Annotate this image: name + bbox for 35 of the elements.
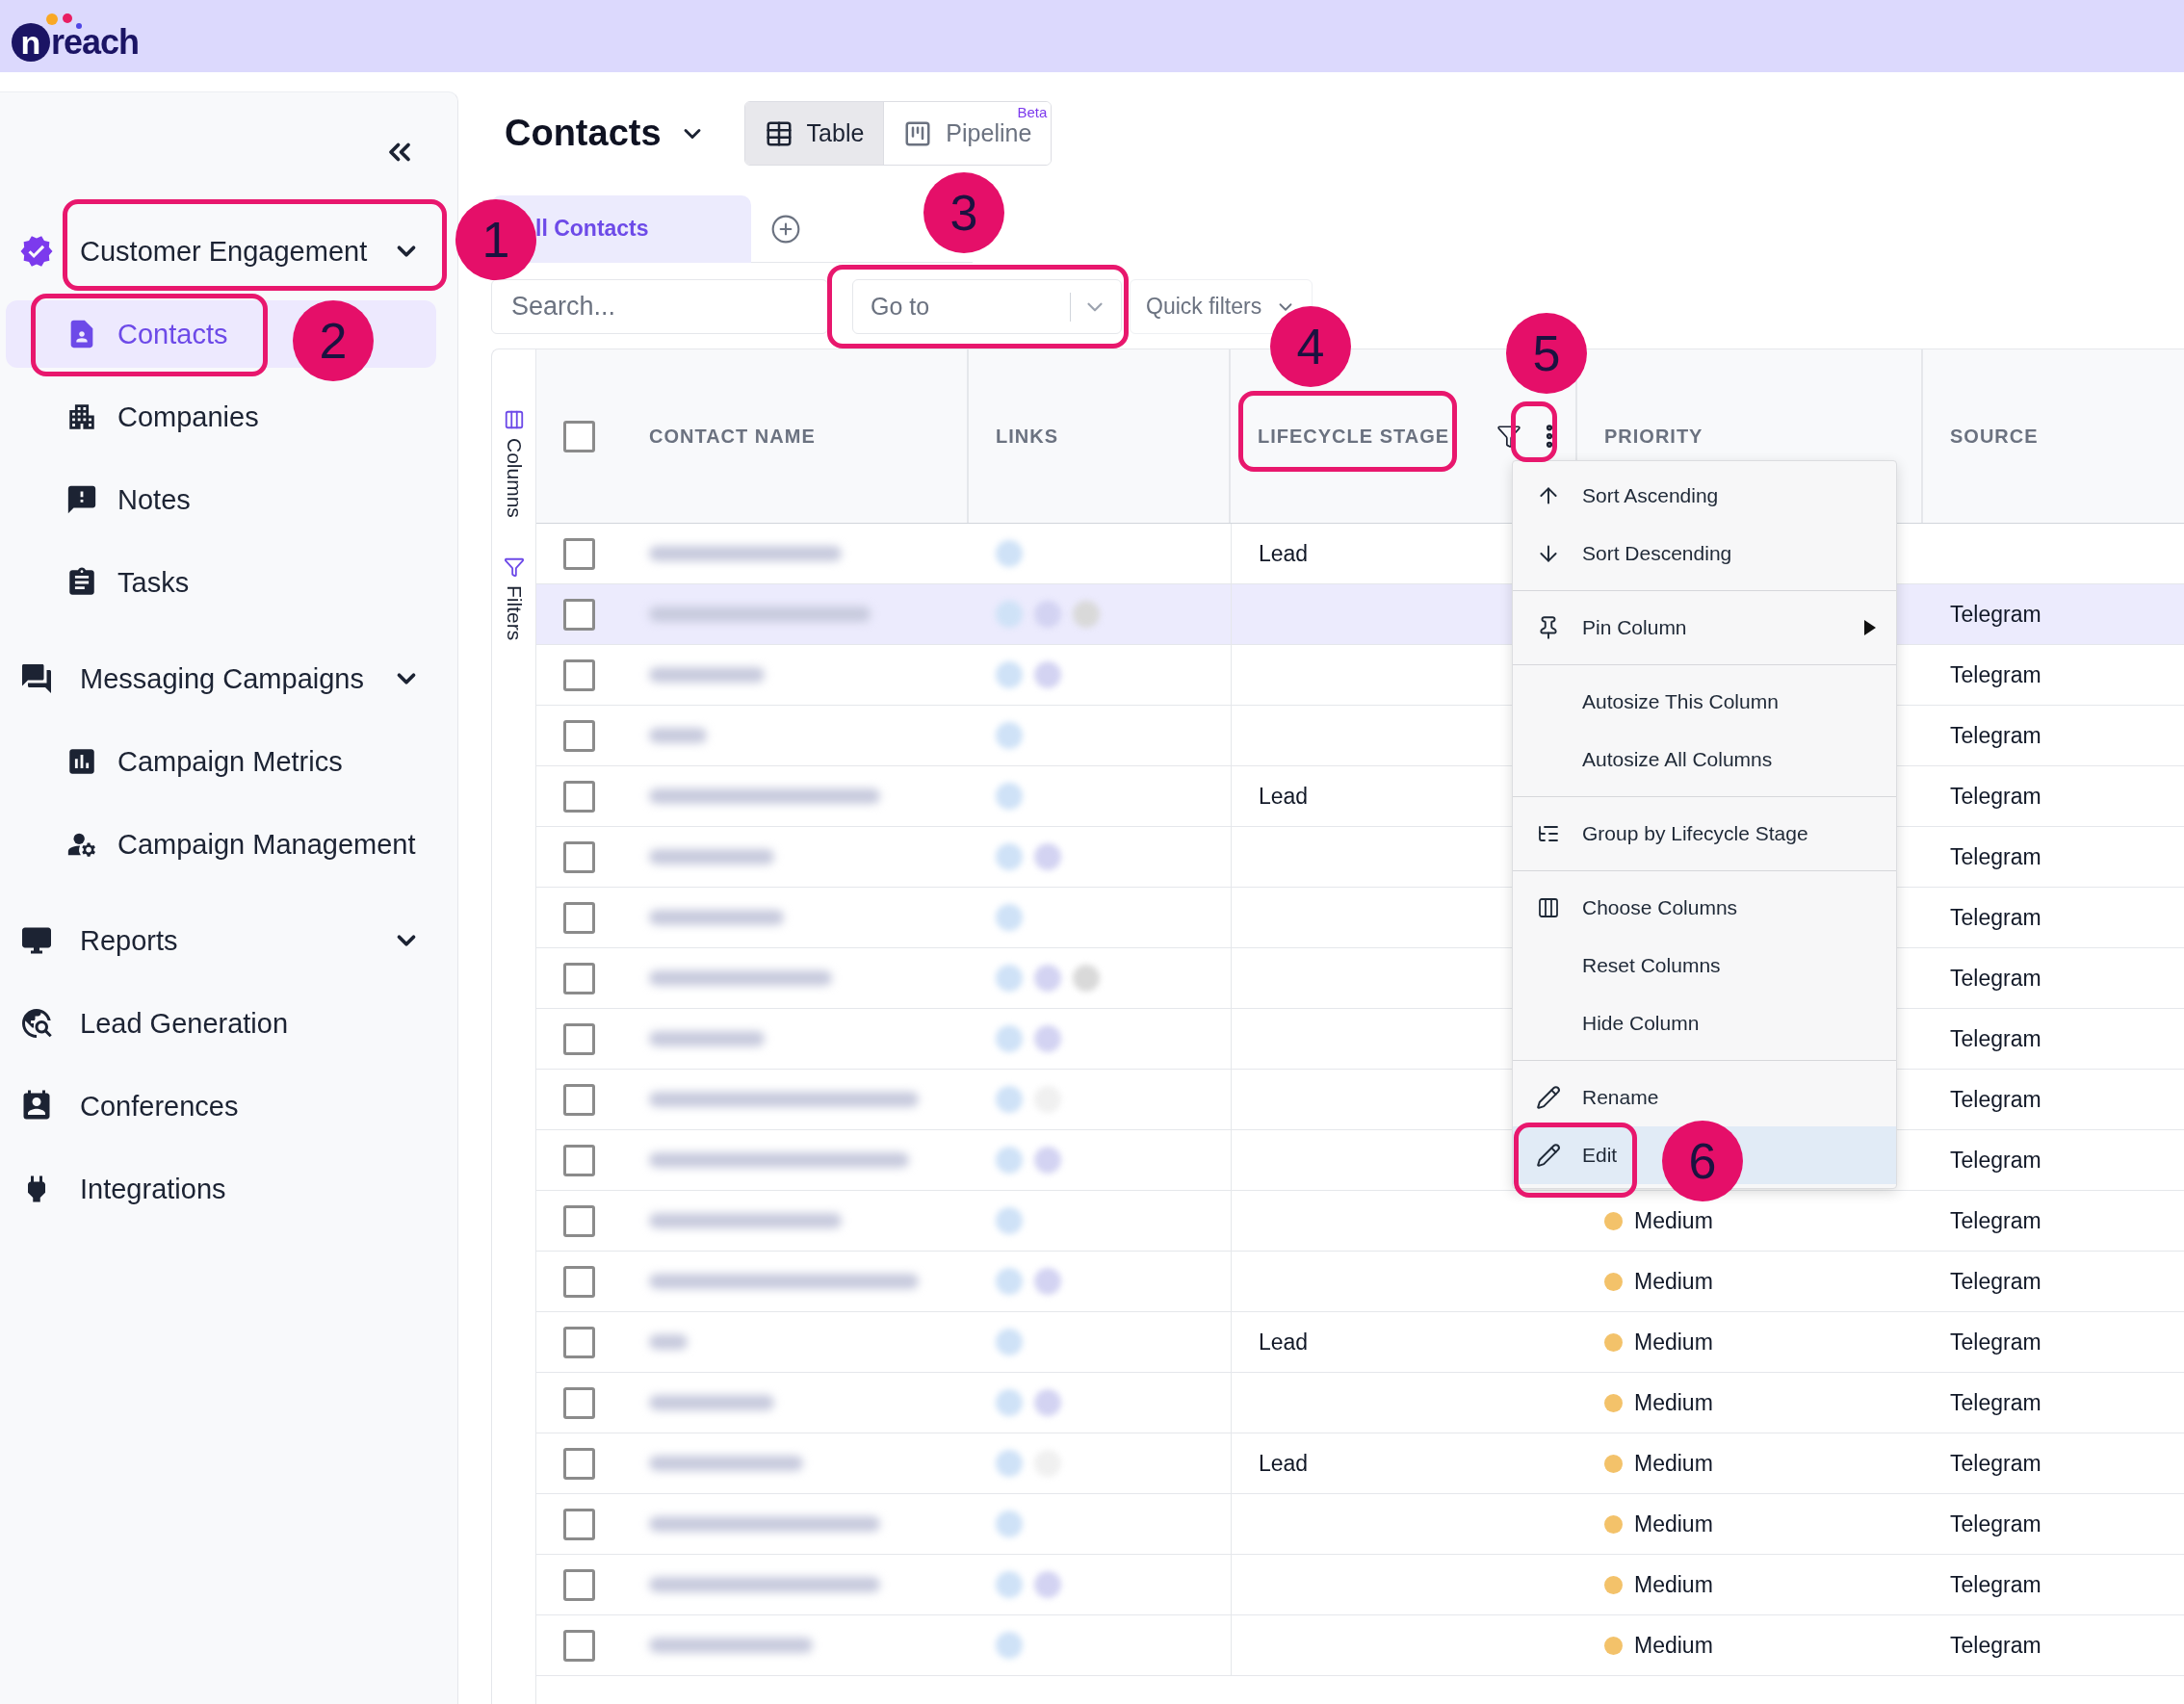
source-cell: Telegram [1950, 1450, 2041, 1477]
annotation-number-tooltip: 3 [923, 172, 1004, 253]
source-cell: Telegram [1950, 1389, 2041, 1416]
source-cell: Telegram [1950, 1025, 2041, 1052]
source-cell: Telegram [1950, 1329, 2041, 1355]
source-cell: Telegram [1950, 1571, 2041, 1598]
source-cell: Telegram [1950, 1510, 2041, 1537]
beta-label: Beta [1017, 104, 1048, 120]
source-cell: Telegram [1950, 904, 2041, 931]
lifecycle-cell: Lead [1259, 783, 1309, 810]
priority-cell: Medium [1634, 1632, 1713, 1659]
source-cell: Telegram [1950, 1207, 2041, 1234]
source-cell: Telegram [1950, 843, 2041, 870]
priority-cell: Medium [1634, 1389, 1713, 1416]
source-cell: Telegram [1950, 965, 2041, 992]
source-cell: Telegram [1950, 722, 2041, 749]
lifecycle-cell: Lead [1259, 540, 1309, 567]
source-cell: Telegram [1950, 601, 2041, 628]
priority-cell: Medium [1634, 1571, 1713, 1598]
lifecycle-cell: Lead [1259, 1450, 1309, 1477]
priority-cell: Medium [1634, 1268, 1713, 1295]
source-cell: Telegram [1950, 1632, 2041, 1659]
source-cell: Telegram [1950, 783, 2041, 810]
annotation-number-tooltip: 5 [1506, 313, 1587, 394]
source-cell: Telegram [1950, 1268, 2041, 1295]
source-cell: Telegram [1950, 1086, 2041, 1113]
priority-cell: Medium [1634, 1207, 1713, 1234]
priority-cell: Medium [1634, 1510, 1713, 1537]
priority-cell: Medium [1634, 1450, 1713, 1477]
priority-cell: Medium [1634, 1329, 1713, 1355]
lifecycle-cell: Lead [1259, 1329, 1309, 1355]
source-cell: Telegram [1950, 661, 2041, 688]
annotation-number-tooltip: 1 [455, 199, 536, 280]
source-cell: Telegram [1950, 1147, 2041, 1174]
page-title: Contacts [505, 113, 662, 154]
